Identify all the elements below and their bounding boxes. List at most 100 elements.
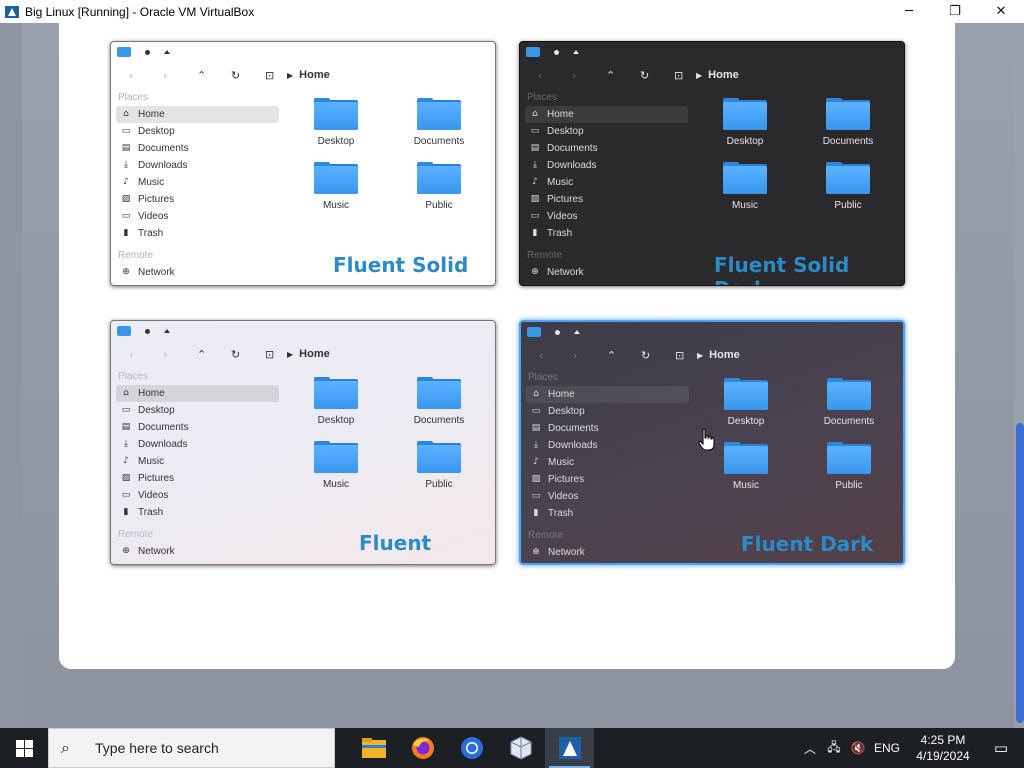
file-explorer-icon <box>361 738 386 758</box>
folder-label: Public <box>425 200 453 211</box>
sidebar-item-label: Music <box>138 456 165 467</box>
folder-icon <box>527 327 541 337</box>
folder-icon <box>314 441 358 473</box>
search-placeholder: Type here to search <box>95 740 219 756</box>
show-hidden-icons-icon[interactable]: ︿ <box>798 740 822 757</box>
folder-icon <box>417 162 461 194</box>
dot-icon <box>145 49 150 55</box>
sidebar-item-pictures: ▨ Pictures <box>116 470 279 487</box>
sidebar-item-label: Music <box>547 177 574 188</box>
folder-item: Public <box>394 441 484 490</box>
theme-preview-fluent[interactable]: ‹ › ⌃ ↻ ⊡ ▶ Home Places ⌂ Home ▭ Desktop ▤ Documents ⤓… <box>110 320 496 565</box>
language-indicator[interactable]: ENG <box>874 741 900 755</box>
sidebar-item-label: Downloads <box>138 439 188 450</box>
sidebar-item-downloads: ⤓ Downloads <box>525 157 688 174</box>
back-icon: ‹ <box>538 68 543 82</box>
forward-icon: › <box>573 348 578 362</box>
vm-display[interactable]: ‹ › ⌃ ↻ ⊡ ▶ Home Places ⌂ Home ▭ Desktop ▤ Documents ⤓… <box>0 23 1024 728</box>
theme-preview-fluent-solid[interactable]: ‹ › ⌃ ↻ ⊡ ▶ Home Places ⌂ Home ▭ Desktop ▤ Documents ⤓… <box>110 41 496 286</box>
back-icon: ‹ <box>539 348 544 362</box>
folder-label: Public <box>834 200 862 211</box>
downloads-icon: ⤓ <box>534 440 538 450</box>
network-icon[interactable]: 🖧 <box>822 738 846 759</box>
taskbar-app-chrome[interactable] <box>447 728 496 768</box>
sidebar-item-home: ⌂ Home <box>116 385 279 402</box>
sidebar-item-label: Home <box>138 388 165 399</box>
taskbar-app-firefox[interactable] <box>398 728 447 768</box>
breadcrumb-arrow-icon: ▶ <box>287 349 294 359</box>
sidebar-item-music: ♪ Music <box>116 174 279 191</box>
sidebar-item-label: Desktop <box>547 126 584 137</box>
virtualbox-icon <box>510 736 531 760</box>
network-icon: ⊕ <box>531 267 539 277</box>
clock[interactable]: 4:25 PM 4/19/2024 <box>908 732 978 764</box>
minimize-button[interactable]: ─ <box>886 0 932 23</box>
sidebar-item-label: Desktop <box>138 405 175 416</box>
sidebar-item-label: Downloads <box>547 160 597 171</box>
sidebar-item-label: Music <box>138 177 165 188</box>
pictures-icon: ▨ <box>121 473 131 483</box>
sidebar-item-pictures: ▨ Pictures <box>116 191 279 208</box>
trash-icon: ▮ <box>533 508 539 518</box>
folder-item: Documents <box>803 98 893 147</box>
trash-icon: ▮ <box>123 228 129 238</box>
downloads-icon: ⤓ <box>124 439 128 449</box>
restore-button[interactable]: ❐ <box>932 0 978 23</box>
start-button[interactable] <box>0 728 48 768</box>
sidebar-item-videos: ▭ Videos <box>525 208 688 225</box>
sidebar-item-label: Pictures <box>548 474 585 485</box>
folder-icon <box>827 378 871 410</box>
chrome-icon <box>460 737 483 759</box>
folder-icon <box>723 98 767 130</box>
folder-label: Desktop <box>727 416 765 427</box>
window-titlebar: Big Linux [Running] - Oracle VM VirtualB… <box>0 0 1024 23</box>
taskbar-app-file-explorer[interactable] <box>349 728 398 768</box>
network-icon: ⊕ <box>122 267 130 277</box>
folder-label: Desktop <box>317 136 355 147</box>
videos-icon: ▭ <box>530 211 540 221</box>
folder-icon <box>826 162 870 194</box>
sidebar-item-downloads: ⤓ Downloads <box>116 157 279 174</box>
sidebar-item-trash: ▮ Trash <box>525 225 688 242</box>
desktop-icon: ▭ <box>121 405 131 415</box>
theme-preview-fluent-solid-dark[interactable]: ‹ › ⌃ ↻ ⊡ ▶ Home Places ⌂ Home ▭ Desktop ▤ Documents ⤓… <box>519 41 905 286</box>
refresh-icon: ↻ <box>231 347 241 361</box>
documents-icon: ▤ <box>121 143 131 153</box>
sidebar-item-music: ♪ Music <box>116 453 279 470</box>
sidebar-item-home: ⌂ Home <box>525 106 688 123</box>
folder-label: Music <box>322 200 350 211</box>
clock-date: 4/19/2024 <box>916 749 970 763</box>
taskbar-app-vm-window[interactable] <box>545 728 594 768</box>
places-section-label: Places <box>527 92 558 103</box>
folder-item: Desktop <box>291 377 381 426</box>
sidebar-item-label: Documents <box>138 143 189 154</box>
documents-icon: ▤ <box>121 422 131 432</box>
notifications-icon[interactable]: ▭ <box>978 739 1024 757</box>
volume-muted-icon[interactable]: 🔇 <box>846 741 870 755</box>
sidebar-item-label: Home <box>547 109 574 120</box>
theme-title: Fluent Dark <box>741 532 874 556</box>
refresh-icon: ↻ <box>640 68 650 82</box>
close-button[interactable]: ✕ <box>978 0 1024 23</box>
taskbar-search-box[interactable]: ⌕ Type here to search <box>48 728 335 768</box>
folder-icon <box>314 98 358 130</box>
home-icon: ⌂ <box>533 389 539 399</box>
pictures-icon: ▨ <box>531 474 541 484</box>
folder-icon <box>417 98 461 130</box>
sidebar-item-network: ⊕ Network <box>525 264 688 281</box>
scrollbar-thumb[interactable] <box>1016 423 1024 723</box>
folder-icon <box>724 442 768 474</box>
vm-scrollbar[interactable] <box>1014 23 1024 728</box>
location-icon: ⊡ <box>675 348 685 362</box>
sidebar-item-label: Desktop <box>548 406 585 417</box>
sidebar-item-desktop: ▭ Desktop <box>525 123 688 140</box>
folder-item: Public <box>804 442 894 491</box>
desktop-icon: ▭ <box>121 126 131 136</box>
sidebar-item-home: ⌂ Home <box>116 106 279 123</box>
breadcrumb: Home <box>299 69 330 81</box>
sidebar-item-label: Documents <box>138 422 189 433</box>
theme-title: Fluent Solid Dark <box>714 253 850 285</box>
sidebar-item-label: Videos <box>138 211 169 222</box>
sidebar-item-trash: ▮ Trash <box>116 504 279 521</box>
taskbar-app-virtualbox[interactable] <box>496 728 545 768</box>
